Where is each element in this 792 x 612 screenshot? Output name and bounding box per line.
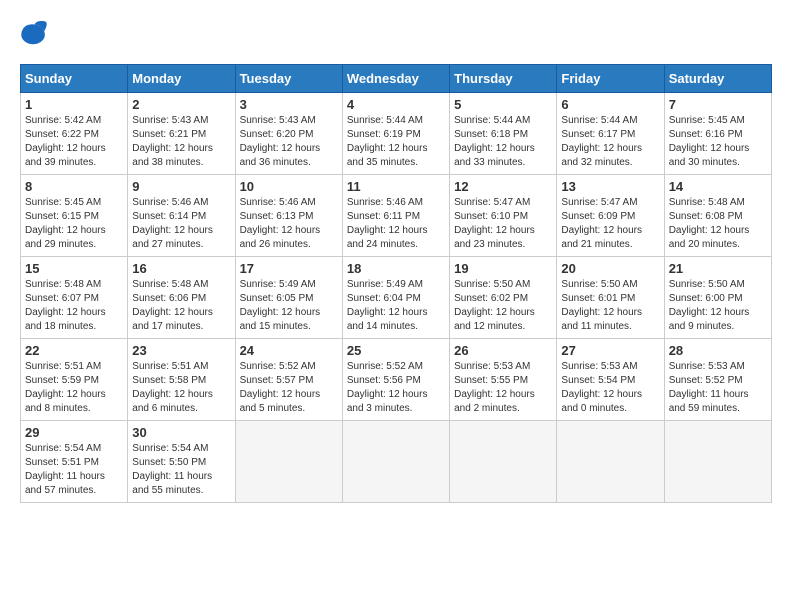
calendar-day-empty xyxy=(450,421,557,503)
calendar-day-25: 25Sunrise: 5:52 AMSunset: 5:56 PMDayligh… xyxy=(342,339,449,421)
calendar-week-2: 8Sunrise: 5:45 AMSunset: 6:15 PMDaylight… xyxy=(21,175,772,257)
calendar-day-21: 21Sunrise: 5:50 AMSunset: 6:00 PMDayligh… xyxy=(664,257,771,339)
calendar-day-19: 19Sunrise: 5:50 AMSunset: 6:02 PMDayligh… xyxy=(450,257,557,339)
calendar-day-1: 1Sunrise: 5:42 AMSunset: 6:22 PMDaylight… xyxy=(21,93,128,175)
calendar-day-empty xyxy=(557,421,664,503)
logo-icon xyxy=(20,20,48,48)
calendar-day-13: 13Sunrise: 5:47 AMSunset: 6:09 PMDayligh… xyxy=(557,175,664,257)
col-header-friday: Friday xyxy=(557,65,664,93)
calendar-week-1: 1Sunrise: 5:42 AMSunset: 6:22 PMDaylight… xyxy=(21,93,772,175)
logo xyxy=(20,20,52,48)
calendar-day-3: 3Sunrise: 5:43 AMSunset: 6:20 PMDaylight… xyxy=(235,93,342,175)
calendar-day-12: 12Sunrise: 5:47 AMSunset: 6:10 PMDayligh… xyxy=(450,175,557,257)
calendar-day-2: 2Sunrise: 5:43 AMSunset: 6:21 PMDaylight… xyxy=(128,93,235,175)
calendar-day-20: 20Sunrise: 5:50 AMSunset: 6:01 PMDayligh… xyxy=(557,257,664,339)
calendar-day-11: 11Sunrise: 5:46 AMSunset: 6:11 PMDayligh… xyxy=(342,175,449,257)
calendar-day-23: 23Sunrise: 5:51 AMSunset: 5:58 PMDayligh… xyxy=(128,339,235,421)
col-header-sunday: Sunday xyxy=(21,65,128,93)
col-header-monday: Monday xyxy=(128,65,235,93)
calendar-day-9: 9Sunrise: 5:46 AMSunset: 6:14 PMDaylight… xyxy=(128,175,235,257)
calendar-day-17: 17Sunrise: 5:49 AMSunset: 6:05 PMDayligh… xyxy=(235,257,342,339)
calendar-day-14: 14Sunrise: 5:48 AMSunset: 6:08 PMDayligh… xyxy=(664,175,771,257)
calendar-day-22: 22Sunrise: 5:51 AMSunset: 5:59 PMDayligh… xyxy=(21,339,128,421)
calendar-week-4: 22Sunrise: 5:51 AMSunset: 5:59 PMDayligh… xyxy=(21,339,772,421)
calendar-day-empty xyxy=(664,421,771,503)
calendar-day-26: 26Sunrise: 5:53 AMSunset: 5:55 PMDayligh… xyxy=(450,339,557,421)
header xyxy=(20,20,772,48)
calendar-day-empty xyxy=(235,421,342,503)
calendar-table: SundayMondayTuesdayWednesdayThursdayFrid… xyxy=(20,64,772,503)
calendar-day-7: 7Sunrise: 5:45 AMSunset: 6:16 PMDaylight… xyxy=(664,93,771,175)
calendar-week-5: 29Sunrise: 5:54 AMSunset: 5:51 PMDayligh… xyxy=(21,421,772,503)
col-header-thursday: Thursday xyxy=(450,65,557,93)
col-header-saturday: Saturday xyxy=(664,65,771,93)
calendar-week-3: 15Sunrise: 5:48 AMSunset: 6:07 PMDayligh… xyxy=(21,257,772,339)
calendar-day-6: 6Sunrise: 5:44 AMSunset: 6:17 PMDaylight… xyxy=(557,93,664,175)
calendar-day-28: 28Sunrise: 5:53 AMSunset: 5:52 PMDayligh… xyxy=(664,339,771,421)
calendar-day-27: 27Sunrise: 5:53 AMSunset: 5:54 PMDayligh… xyxy=(557,339,664,421)
calendar-header-row: SundayMondayTuesdayWednesdayThursdayFrid… xyxy=(21,65,772,93)
calendar-day-4: 4Sunrise: 5:44 AMSunset: 6:19 PMDaylight… xyxy=(342,93,449,175)
calendar-day-15: 15Sunrise: 5:48 AMSunset: 6:07 PMDayligh… xyxy=(21,257,128,339)
calendar-day-29: 29Sunrise: 5:54 AMSunset: 5:51 PMDayligh… xyxy=(21,421,128,503)
calendar-day-5: 5Sunrise: 5:44 AMSunset: 6:18 PMDaylight… xyxy=(450,93,557,175)
calendar-day-30: 30Sunrise: 5:54 AMSunset: 5:50 PMDayligh… xyxy=(128,421,235,503)
calendar-day-empty xyxy=(342,421,449,503)
calendar-day-8: 8Sunrise: 5:45 AMSunset: 6:15 PMDaylight… xyxy=(21,175,128,257)
calendar-day-18: 18Sunrise: 5:49 AMSunset: 6:04 PMDayligh… xyxy=(342,257,449,339)
col-header-wednesday: Wednesday xyxy=(342,65,449,93)
col-header-tuesday: Tuesday xyxy=(235,65,342,93)
calendar-day-24: 24Sunrise: 5:52 AMSunset: 5:57 PMDayligh… xyxy=(235,339,342,421)
calendar-day-16: 16Sunrise: 5:48 AMSunset: 6:06 PMDayligh… xyxy=(128,257,235,339)
calendar-day-10: 10Sunrise: 5:46 AMSunset: 6:13 PMDayligh… xyxy=(235,175,342,257)
